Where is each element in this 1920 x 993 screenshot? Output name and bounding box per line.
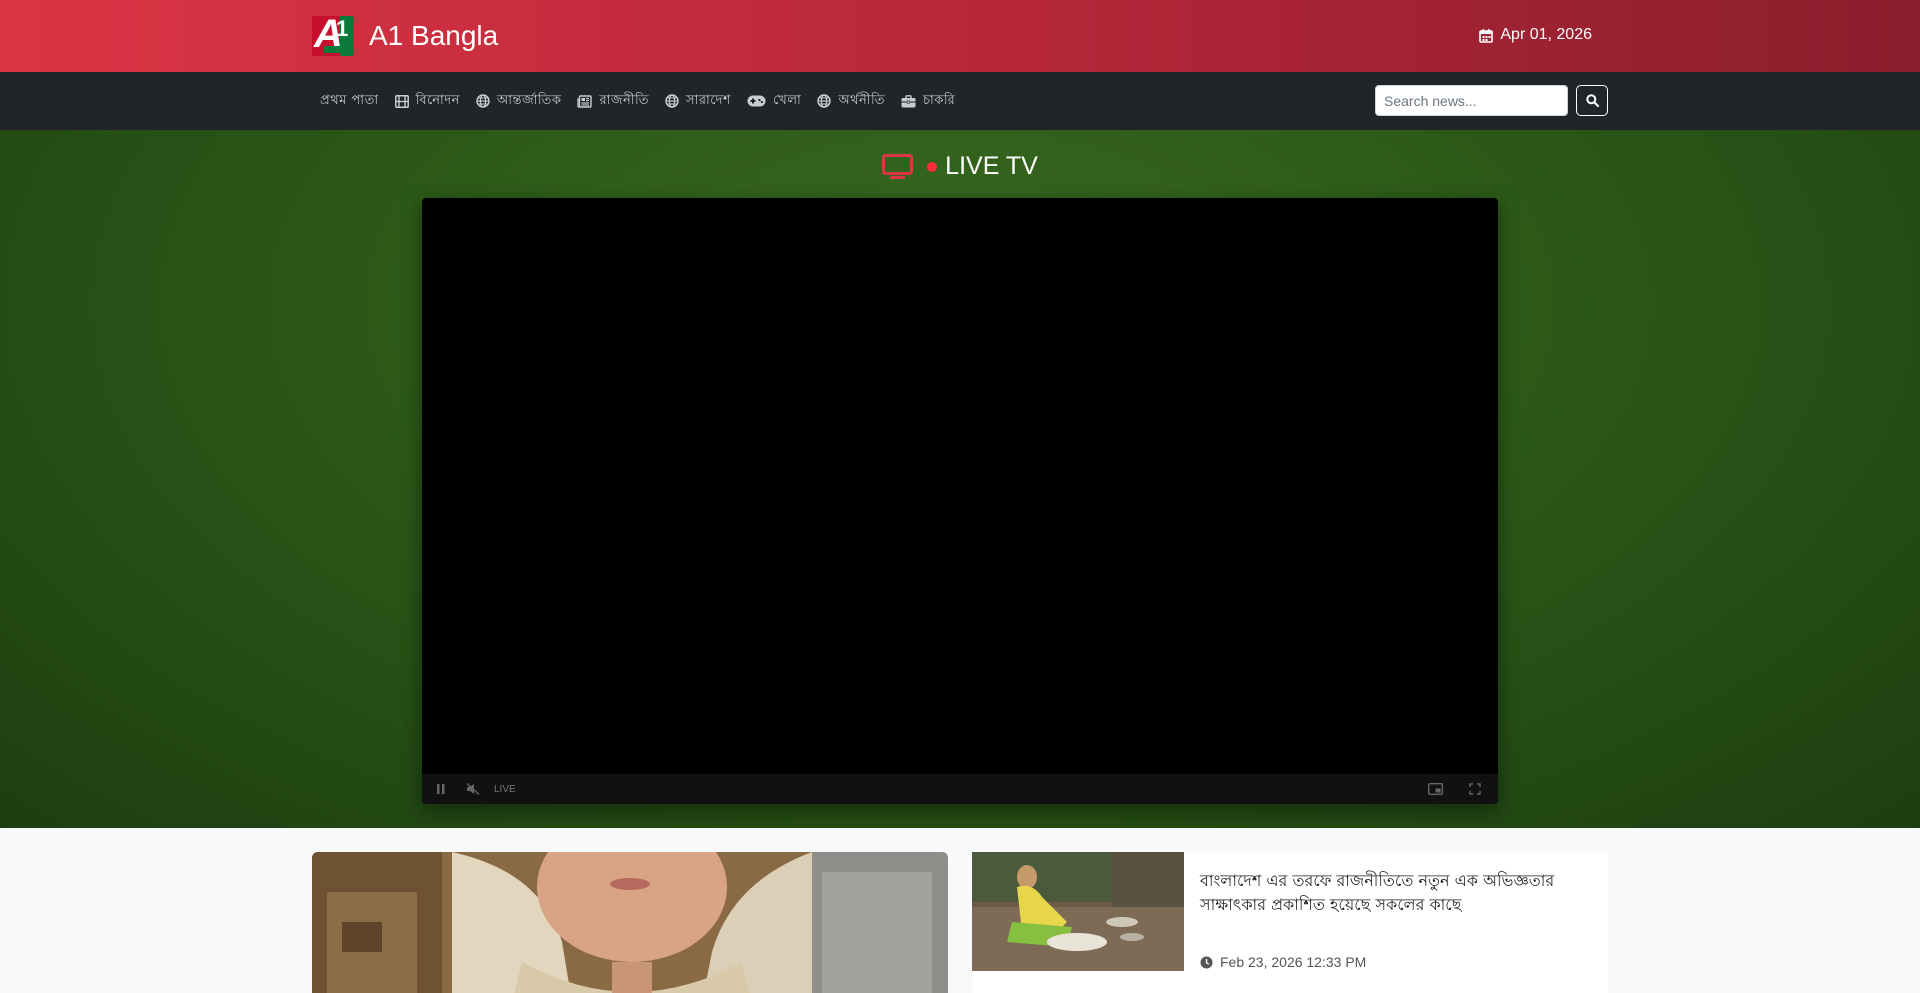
pause-icon <box>437 784 445 794</box>
nav-item-sports[interactable]: খেলা <box>739 72 809 130</box>
nav-item-label: সারাদেশ <box>686 92 732 108</box>
site-logo: A 1 <box>312 16 354 56</box>
nav-item-international[interactable]: আন্তর্জাতিক <box>468 72 570 130</box>
live-tv-section: LIVE TV LIVE <box>0 130 1920 828</box>
brand-link[interactable]: A 1 A1 Bangla <box>312 16 498 56</box>
nav-item-label: বিনোদন <box>415 92 460 108</box>
date-text: Apr 01, 2026 <box>1500 26 1592 43</box>
film-icon <box>394 94 409 108</box>
news-time: Feb 23, 2026 12:33 PM <box>1220 954 1367 970</box>
fullscreen-icon <box>1469 783 1481 795</box>
search-icon <box>1585 94 1599 107</box>
main-nav: প্রথম পাতা বিনোদন আন্তর্জাতিক রাজনীতি সা… <box>0 72 1920 130</box>
nav-item-home[interactable]: প্রথম পাতা <box>312 72 387 130</box>
video-player[interactable]: LIVE <box>422 198 1498 804</box>
site-header: A 1 A1 Bangla Apr 01, 2026 <box>0 0 1920 72</box>
nav-item-economy[interactable]: অর্থনীতি <box>809 72 893 130</box>
news-card[interactable]: বাংলাদেশ এর তরফে রাজনীতিতে নতুন এক অভিজ্… <box>972 852 1608 993</box>
muted-speaker-icon <box>466 783 479 795</box>
news-thumbnail-image <box>972 852 1184 971</box>
nav-item-label: চাকরি <box>922 92 956 108</box>
pip-button[interactable] <box>1420 774 1450 804</box>
news-thumbnail <box>972 852 1184 971</box>
picture-in-picture-icon <box>1427 783 1443 795</box>
brand-name: A1 Bangla <box>369 20 499 51</box>
pause-button[interactable] <box>426 774 456 804</box>
news-meta: Feb 23, 2026 12:33 PM <box>1200 954 1366 970</box>
nav-item-jobs[interactable]: চাকরি <box>893 72 963 130</box>
nav-item-label: রাজনীতি <box>599 92 649 108</box>
briefcase-icon <box>901 94 916 107</box>
nav-item-label: অর্থনীতি <box>838 92 885 108</box>
calendar-icon <box>1479 28 1494 43</box>
nav-item-label: আন্তর্জাতিক <box>496 92 562 108</box>
featured-news-card[interactable] <box>312 852 948 993</box>
live-indicator-dot <box>927 161 938 172</box>
news-title[interactable]: বাংলাদেশ এর তরফে রাজনীতিতে নতুন এক অভিজ্… <box>1200 869 1600 917</box>
globe-icon <box>665 94 679 108</box>
fullscreen-button[interactable] <box>1460 774 1490 804</box>
featured-news-image <box>312 852 948 993</box>
mute-button[interactable] <box>458 774 488 804</box>
live-tv-label: LIVE TV <box>945 152 1038 180</box>
nav-item-country[interactable]: সারাদেশ <box>657 72 739 130</box>
current-date: Apr 01, 2026 <box>1479 26 1592 44</box>
clock-icon <box>1200 956 1213 968</box>
nav-item-entertainment[interactable]: বিনোদন <box>387 72 468 130</box>
search-button[interactable] <box>1576 85 1608 116</box>
gamepad-icon <box>747 95 766 107</box>
search-form <box>1375 85 1608 116</box>
newspaper-icon <box>577 94 593 108</box>
news-section: বাংলাদেশ এর তরফে রাজনীতিতে নতুন এক অভিজ্… <box>0 828 1920 993</box>
nav-item-label: খেলা <box>773 92 802 108</box>
globe-icon <box>476 94 490 108</box>
globe-icon <box>817 94 832 108</box>
live-badge: LIVE <box>494 783 516 795</box>
search-input[interactable] <box>1375 85 1568 116</box>
tv-icon <box>882 153 914 179</box>
player-controls: LIVE <box>422 774 1498 804</box>
live-tv-heading: LIVE TV <box>0 152 1920 181</box>
nav-item-politics[interactable]: রাজনীতি <box>569 72 657 130</box>
nav-item-label: প্রথম পাতা <box>320 92 379 108</box>
